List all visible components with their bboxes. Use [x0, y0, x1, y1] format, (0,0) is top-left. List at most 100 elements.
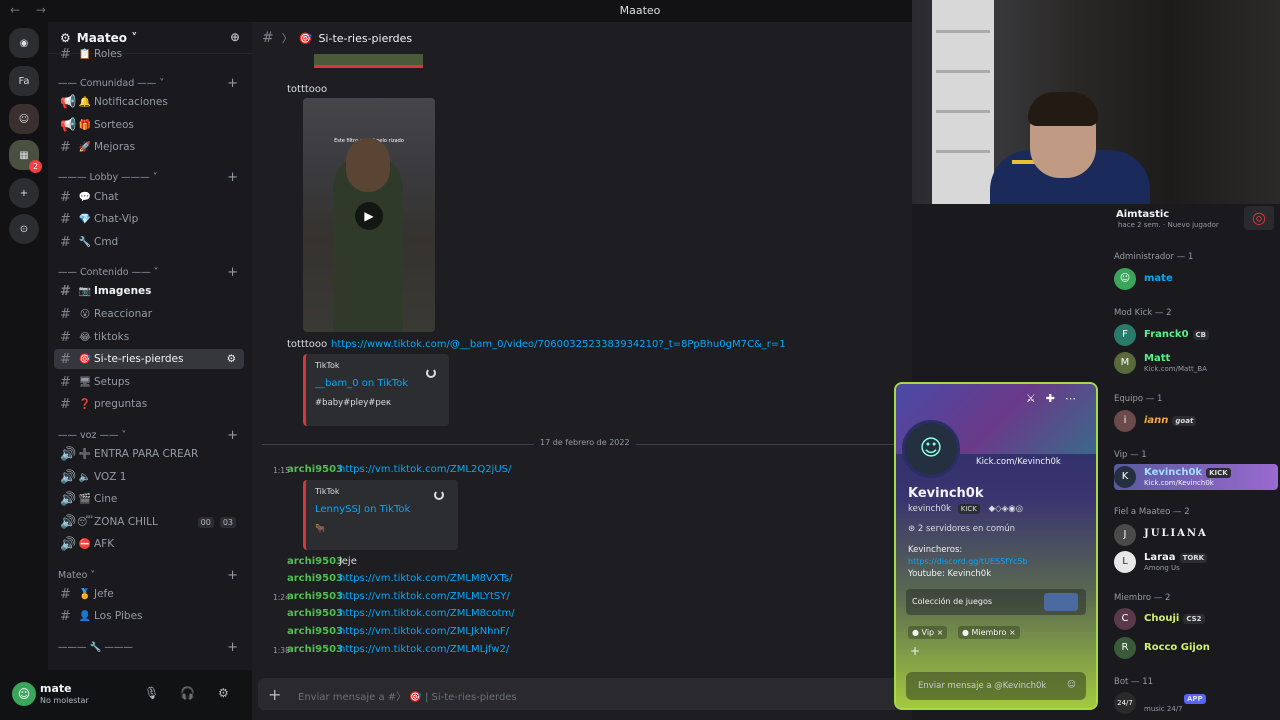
channel-cmd[interactable]: # 🔧 Cmd — [54, 232, 244, 252]
date-divider: 17 de febrero de 2022 — [262, 438, 902, 447]
microphone-icon[interactable]: 🎙 — [144, 686, 159, 700]
message-author[interactable]: archi9503 — [287, 644, 343, 655]
message-author[interactable]: archi9503 — [287, 591, 343, 602]
avatar[interactable]: ☺ — [12, 682, 36, 706]
member-bot[interactable]: 24/7 APP music 24/7 — [1114, 690, 1278, 716]
channel-chat[interactable]: # 💬 Chat — [54, 187, 244, 207]
channel-chat-vip[interactable]: # 💎 Chat-Vip — [54, 209, 244, 229]
stream-logo-icon: ◎ — [1244, 206, 1274, 230]
video-head — [346, 138, 390, 192]
embed-title[interactable]: LennySSJ on TikTok — [315, 504, 410, 515]
embed-title[interactable]: __bam_0 on TikTok — [315, 378, 408, 389]
bull-icon: 🐂 — [315, 524, 326, 534]
channel-sorteos[interactable]: 📢 🎁 Sorteos — [54, 115, 244, 135]
role-category: Administrador — 1 — [1114, 252, 1194, 262]
message-input[interactable]: + Enviar mensaje a #〉 🎯 | Si-te-ries-pie… — [258, 678, 902, 710]
profile-avatar[interactable]: ☺ — [902, 420, 960, 478]
voice-voz-1[interactable]: 🔊 🔈 VOZ 1 — [54, 467, 244, 487]
attach-icon[interactable]: + — [268, 685, 281, 704]
member-laraa[interactable]: L Laraa TORK Among Us — [1114, 549, 1278, 575]
role-vip[interactable]: ● Vip × — [908, 626, 948, 639]
channel-reaccionar[interactable]: # 😮 Reaccionar — [54, 304, 244, 324]
profile-message-input[interactable]: Enviar mensaje a @Kevinch0k ☺ — [906, 672, 1086, 700]
message-link[interactable]: https://vm.tiktok.com/ZMLM8VXTs/ — [339, 573, 513, 584]
member-juliana[interactable]: J JULIANA — [1114, 522, 1278, 548]
message-link[interactable]: https://vm.tiktok.com/ZMLMLjfw2/ — [339, 644, 509, 655]
channel-mejoras[interactable]: # 🚀 Mejoras — [54, 137, 244, 157]
message-author[interactable]: archi9503 — [287, 573, 343, 584]
server-avatar-icon[interactable]: ☺ — [9, 104, 39, 134]
member-chouji[interactable]: C Chouji CS2 — [1114, 606, 1278, 632]
category-lobby[interactable]: ——— Lobby ——— ˅ + — [58, 170, 238, 185]
add-role-icon[interactable]: + — [910, 644, 920, 658]
channel-si-te-ries-pierdes[interactable]: # 🎯 Si-te-ries-pierdes ⚙ — [54, 349, 244, 369]
member-iann[interactable]: i iann goat — [1114, 408, 1278, 434]
message-text: jeje — [339, 556, 357, 567]
message-author[interactable]: archi9503 — [287, 626, 343, 637]
channel-tiktoks[interactable]: # 😂 tiktoks — [54, 327, 244, 347]
role-category: Equipo — 1 — [1114, 394, 1163, 404]
message-link[interactable]: https://www.tiktok.com/@__bam_0/video/70… — [331, 339, 786, 350]
headphones-icon[interactable]: 🎧 — [180, 686, 195, 700]
profile-kick-link[interactable]: Kick.com/Kevinch0k — [976, 457, 1061, 467]
channel-setups[interactable]: # 🖥 Setups — [54, 372, 244, 392]
add-channel-icon[interactable]: + — [227, 568, 238, 583]
message-author[interactable]: archi9503 — [287, 464, 343, 475]
channel-los-pibes[interactable]: # 👤 Los Pibes — [54, 606, 244, 626]
message-author[interactable]: archi9503 — [287, 556, 343, 567]
add-channel-icon[interactable]: + — [227, 265, 238, 280]
member-matt[interactable]: M Matt Kick.com/Matt_BA — [1114, 350, 1278, 376]
discord-home-icon[interactable]: ◉ — [9, 28, 39, 58]
channel-imagenes[interactable]: # 📷 Imagenes — [54, 281, 244, 301]
channel-settings-icon[interactable]: ⚙ — [227, 353, 236, 365]
category-contenido[interactable]: —— Contenido —— ˅ + — [58, 265, 238, 280]
explore-icon[interactable]: ⊙ — [9, 214, 39, 244]
avatar: L — [1114, 551, 1136, 573]
voice-entra-para-crear[interactable]: 🔊 ➕ ENTRA PARA CREAR — [54, 444, 244, 464]
message-link[interactable]: https://vm.tiktok.com/ZMLMLYtSY/ — [339, 591, 510, 602]
role-miembro[interactable]: ● Miembro × — [957, 626, 1020, 639]
video-attachment[interactable]: Este filtro con el pelo rizado ▶ — [303, 98, 435, 332]
message-link[interactable]: https://vm.tiktok.com/ZMLJkNhnF/ — [339, 626, 509, 637]
add-channel-icon[interactable]: + — [227, 428, 238, 443]
link-embed: TikTok __bam_0 on TikTok #baby#pley#pек — [303, 354, 449, 426]
server-folder-icon[interactable]: ▦ — [9, 140, 42, 173]
emoji-icon[interactable]: ☺ — [1067, 680, 1076, 690]
voice-afk[interactable]: 🔊 ⛔ AFK — [54, 534, 244, 554]
voice-zona-chill[interactable]: 🔊 😴 ZONA CHILL 00 03 — [54, 512, 244, 532]
voice-cine[interactable]: 🔊 🎬 Cine — [54, 489, 244, 509]
add-channel-icon[interactable]: + — [227, 76, 238, 91]
channel-notificaciones[interactable]: 📢 🔔 Notificaciones — [54, 92, 244, 112]
mutual-servers[interactable]: ⊛ 2 servidores en común — [908, 524, 1015, 534]
channel-preguntas[interactable]: # ❓ preguntas — [54, 394, 244, 414]
member-mate[interactable]: ☺ mate — [1114, 266, 1278, 292]
message-author[interactable]: archi9503 — [287, 608, 343, 619]
previous-image[interactable] — [314, 54, 423, 68]
member-rocco[interactable]: R Rocco Gijon — [1114, 635, 1278, 661]
add-channel-icon[interactable]: + — [227, 170, 238, 185]
member-franck0[interactable]: F Franck0 CB — [1114, 322, 1278, 348]
profile-actions[interactable]: ⚔✚⋯ — [1026, 392, 1086, 405]
game-collection[interactable]: Colección de juegos — [906, 589, 1086, 615]
bio-link[interactable]: https://discord.gg/tUESSfYc5b — [908, 557, 1028, 566]
embed-provider: TikTok — [315, 487, 340, 496]
category-mateo[interactable]: Mateo ˅ + — [58, 568, 238, 583]
channel-jefe[interactable]: # 🏅 Jefe — [54, 584, 244, 604]
chevron-icon: 〉 — [281, 32, 293, 45]
member-kevinch0k[interactable]: K Kevinch0k KICK Kick.com/Kevinch0k — [1114, 464, 1278, 490]
category-divider[interactable]: ——— 🔧 ——— + — [58, 640, 238, 655]
play-icon[interactable]: ▶ — [355, 202, 383, 230]
add-server-icon[interactable]: + — [9, 178, 39, 208]
category-comunidad[interactable]: —— Comunidad —— ˅ + — [58, 76, 238, 91]
server-fa[interactable]: Fa — [9, 66, 39, 96]
link-embed: TikTok LennySSJ on TikTok 🐂 — [303, 480, 458, 550]
channel-roles[interactable]: # 📋 Roles — [54, 44, 244, 64]
loading-icon — [426, 368, 436, 378]
invite-icon[interactable]: ⊕ — [230, 30, 240, 44]
message-link[interactable]: https://vm.tiktok.com/ZMLM8cotm/ — [339, 608, 515, 619]
gear-icon[interactable]: ⚙ — [218, 686, 229, 700]
avatar: F — [1114, 324, 1136, 346]
category-voz[interactable]: —— voz —— ˅ + — [58, 428, 238, 443]
message-link[interactable]: https://vm.tiktok.com/ZML2Q2jUS/ — [339, 464, 511, 475]
add-channel-icon[interactable]: + — [227, 640, 238, 655]
